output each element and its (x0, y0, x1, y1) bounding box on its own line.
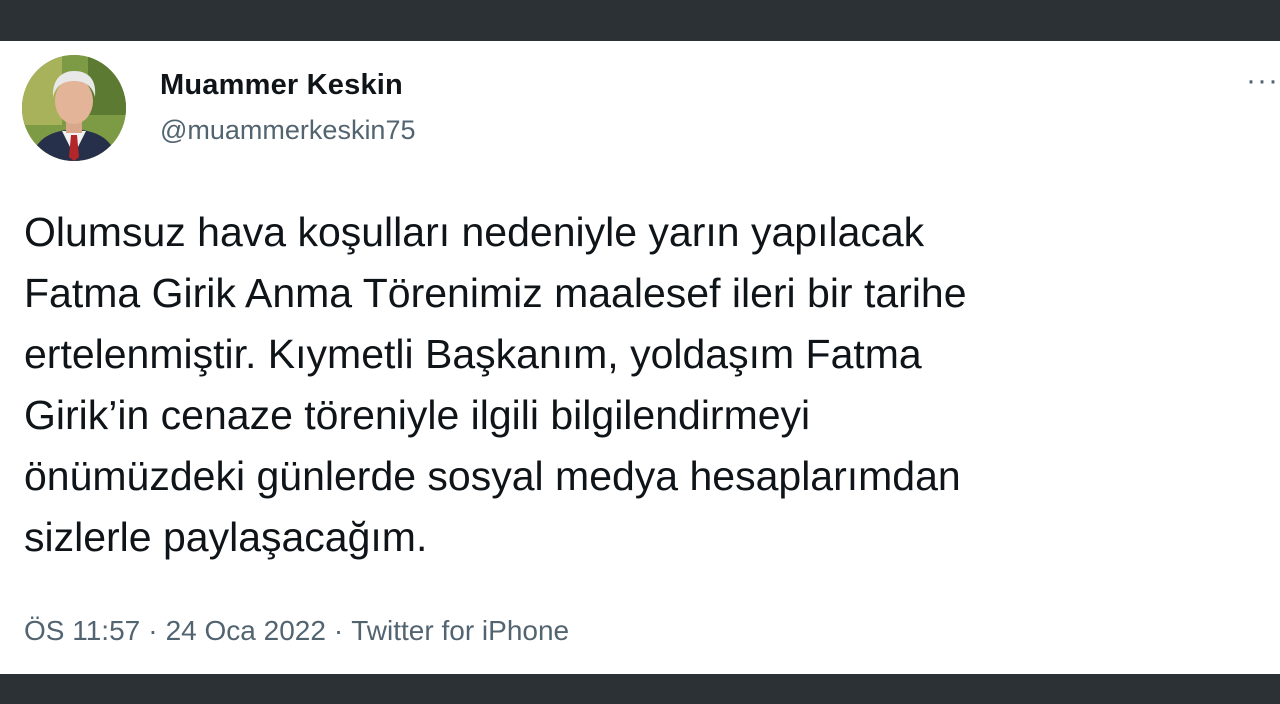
tweet-card: Muammer Keskin @muammerkeskin75 ··· Olum… (0, 41, 1280, 674)
profile-photo-icon (22, 55, 126, 161)
tweet-date[interactable]: 24 Oca 2022 (166, 615, 326, 646)
meta-separator: · (333, 615, 344, 646)
tweet-time[interactable]: ÖS 11:57 (24, 615, 140, 646)
meta-separator: · (148, 615, 158, 646)
tweet-meta: ÖS 11:57 · 24 Oca 2022 · Twitter for iPhone (24, 615, 569, 647)
author-handle[interactable]: @muammerkeskin75 (160, 115, 416, 146)
bottom-frame-bar (0, 674, 1280, 704)
top-frame-bar (0, 0, 1280, 41)
author-display-name[interactable]: Muammer Keskin (160, 69, 403, 102)
author-avatar[interactable] (22, 55, 126, 161)
more-options-icon[interactable]: ··· (1246, 66, 1280, 101)
tweet-text: Olumsuz hava koşulları nedeniyle yarın y… (24, 209, 967, 560)
tweet-source[interactable]: Twitter for iPhone (351, 615, 569, 646)
